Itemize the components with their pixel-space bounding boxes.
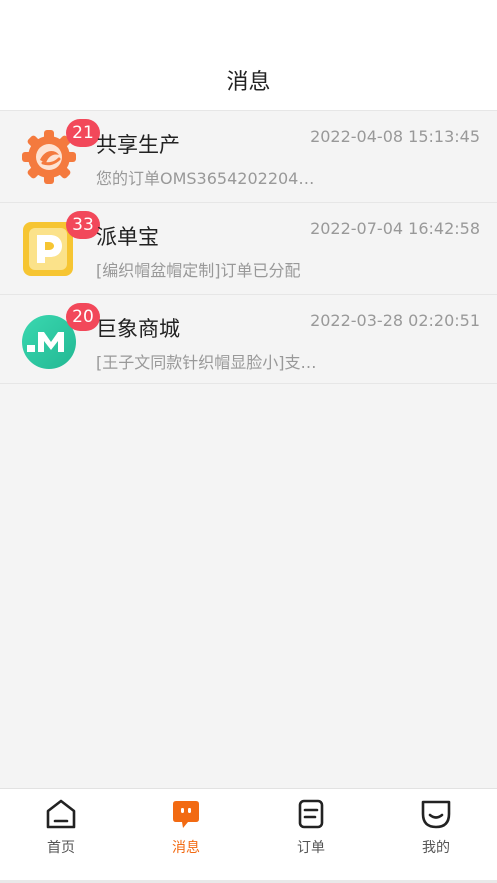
home-icon — [46, 799, 76, 829]
unread-badge: 21 — [66, 119, 100, 147]
tab-label: 订单 — [297, 840, 325, 856]
tab-label: 我的 — [422, 840, 450, 856]
profile-icon — [421, 800, 451, 829]
conversation-item-paidanbao[interactable]: 33 派单宝 [编织帽盆帽定制]订单已分配 2022-07-04 16:42:5… — [0, 203, 497, 295]
tab-orders[interactable]: 订单 — [271, 797, 351, 867]
conversation-name: 派单宝 — [96, 225, 159, 249]
order-icon — [298, 799, 324, 829]
tab-label: 首页 — [47, 840, 75, 856]
bottom-tab-bar: 首页 消息 订单 我的 — [0, 788, 497, 883]
avatar: 21 — [20, 119, 100, 185]
unread-badge: 33 — [66, 211, 100, 239]
tab-profile[interactable]: 我的 — [396, 797, 476, 867]
conversation-item-gongxiang[interactable]: 21 共享生产 您的订单OMS36542022040… 2022-04-08 1… — [0, 111, 497, 203]
avatar: 20 — [20, 303, 100, 369]
avatar: 33 — [20, 211, 100, 277]
conversation-preview: [王子文同款针织帽显脸小]支… — [96, 353, 317, 372]
page-title: 消息 — [226, 70, 271, 95]
conversation-list: 21 共享生产 您的订单OMS36542022040… 2022-04-08 1… — [0, 111, 497, 384]
unread-badge: 20 — [66, 303, 100, 331]
conversation-time: 2022-04-08 15:13:45 — [310, 127, 480, 146]
tab-messages[interactable]: 消息 — [146, 797, 226, 867]
conversation-preview: [编织帽盆帽定制]订单已分配 — [96, 261, 301, 280]
tab-home[interactable]: 首页 — [21, 797, 101, 867]
tab-label: 消息 — [172, 840, 200, 856]
message-icon — [173, 801, 199, 828]
conversation-name: 共享生产 — [96, 133, 180, 157]
conversation-item-juxiang[interactable]: 20 巨象商城 [王子文同款针织帽显脸小]支… 2022-03-28 02:20… — [0, 295, 497, 384]
conversation-time: 2022-07-04 16:42:58 — [310, 219, 480, 238]
conversation-name: 巨象商城 — [96, 317, 180, 341]
conversation-preview: 您的订单OMS36542022040… — [96, 169, 322, 188]
top-header: 消息 — [0, 0, 497, 111]
conversation-time: 2022-03-28 02:20:51 — [310, 311, 480, 330]
